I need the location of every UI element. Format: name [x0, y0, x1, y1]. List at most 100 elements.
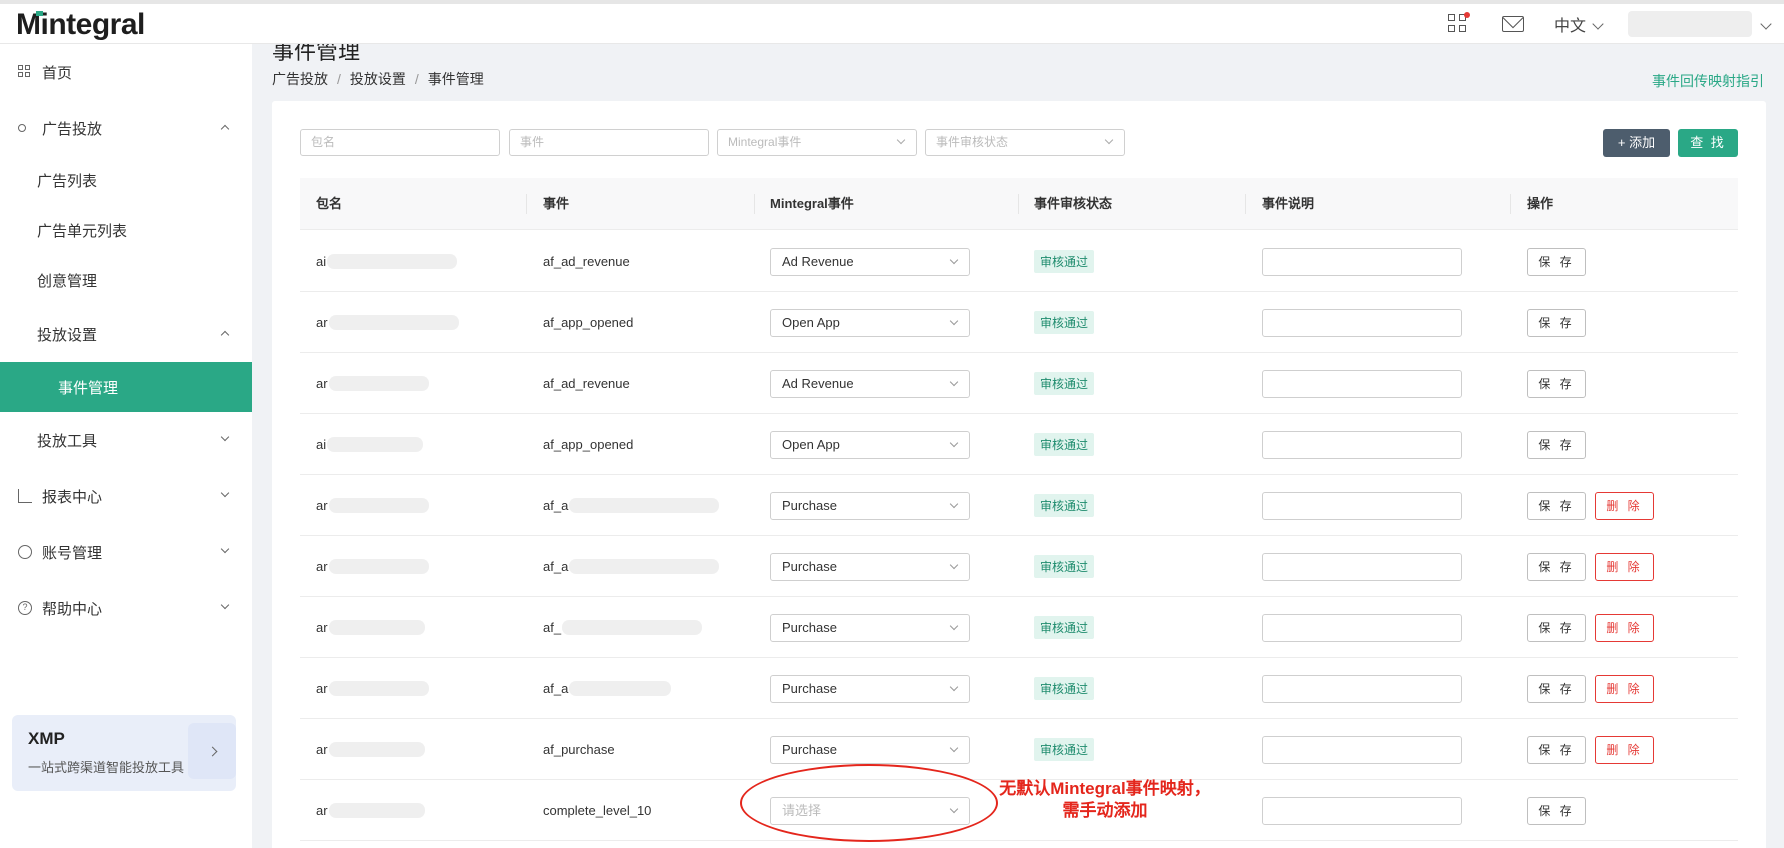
- redacted-package-name: [327, 254, 458, 269]
- package-cell: ar: [316, 780, 425, 841]
- add-event-button[interactable]: + 添加: [1603, 129, 1670, 157]
- redacted-event-name: [569, 559, 720, 574]
- event-cell: af_: [543, 597, 703, 658]
- event-description-input[interactable]: [1262, 430, 1462, 459]
- chevron-down-icon: [949, 621, 959, 630]
- sidebar-item-help-center[interactable]: ? 帮助中心: [0, 586, 252, 630]
- mintegral-event-select[interactable]: Ad Revenue: [770, 369, 970, 398]
- breadcrumb: 广告投放 / 投放设置 / 事件管理: [272, 71, 484, 87]
- sidebar-item-account-management[interactable]: 账号管理: [0, 530, 252, 574]
- save-button[interactable]: 保 存: [1527, 247, 1586, 276]
- logo-accent-dot: [36, 11, 43, 16]
- mintegral-event-select[interactable]: Purchase: [770, 613, 970, 642]
- chevron-down-icon: [896, 135, 906, 145]
- column-package: 包名: [316, 196, 343, 211]
- delete-button[interactable]: 删 除: [1595, 613, 1654, 642]
- mintegral-event-select[interactable]: Ad Revenue: [770, 247, 970, 276]
- event-description-input[interactable]: [1262, 674, 1462, 703]
- sidebar-item-delivery-tools[interactable]: 投放工具: [0, 418, 252, 462]
- table-row: ar af_a Purchase 审核通过 保 存删 除: [300, 536, 1738, 597]
- sidebar-item-creative-management[interactable]: 创意管理: [0, 258, 252, 302]
- redacted-package-name: [328, 498, 429, 513]
- review-status-badge: 审核通过: [1034, 311, 1095, 334]
- mintegral-event-select[interactable]: Purchase: [770, 735, 970, 764]
- sidebar-item-ad-unit-list[interactable]: 广告单元列表: [0, 208, 252, 252]
- sidebar-item-ad-delivery[interactable]: 广告投放: [0, 106, 252, 150]
- event-cell: complete_level_10: [543, 803, 652, 818]
- column-mintegral-event: Mintegral事件: [770, 196, 854, 211]
- sidebar-item-delivery-settings[interactable]: 投放设置: [0, 312, 252, 356]
- apps-grid-icon[interactable]: [1447, 12, 1470, 34]
- mintegral-event-select[interactable]: Purchase: [770, 674, 970, 703]
- annotation-note: 无默认Mintegral事件映射， 需手动添加: [999, 779, 1211, 820]
- breadcrumb-delivery-settings[interactable]: 投放设置: [350, 71, 406, 87]
- mintegral-event-select[interactable]: Purchase: [770, 491, 970, 520]
- event-description-input[interactable]: [1262, 369, 1462, 398]
- review-status-badge: 审核通过: [1034, 677, 1095, 700]
- chevron-down-icon: [949, 682, 959, 691]
- sidebar-item-ad-list[interactable]: 广告列表: [0, 158, 252, 202]
- save-button[interactable]: 保 存: [1527, 491, 1586, 520]
- redacted-package-name: [328, 315, 459, 330]
- chevron-down-icon[interactable]: [1760, 18, 1772, 30]
- redacted-package-name: [328, 681, 429, 696]
- status-filter-select[interactable]: 事件审核状态: [925, 129, 1125, 156]
- event-mapping-guide-link[interactable]: 事件回传映射指引: [1652, 71, 1764, 91]
- language-switch[interactable]: 中文: [1554, 12, 1586, 36]
- chevron-down-icon: [949, 255, 959, 264]
- mintegral-event-select[interactable]: Open App: [770, 430, 970, 459]
- event-description-input[interactable]: [1262, 613, 1462, 642]
- breadcrumb-ad-delivery[interactable]: 广告投放: [272, 71, 328, 87]
- save-button[interactable]: 保 存: [1527, 735, 1586, 764]
- save-button[interactable]: 保 存: [1527, 613, 1586, 642]
- delete-button[interactable]: 删 除: [1595, 491, 1654, 520]
- event-cell: af_app_opened: [543, 437, 634, 452]
- event-description-input[interactable]: [1262, 308, 1462, 337]
- mintegral-event-select[interactable]: Purchase: [770, 552, 970, 581]
- xmp-promo-card[interactable]: XMP 一站式跨渠道智能投放工具: [12, 715, 236, 791]
- package-filter-input[interactable]: 包名: [300, 129, 500, 156]
- delete-button[interactable]: 删 除: [1595, 674, 1654, 703]
- save-button[interactable]: 保 存: [1527, 674, 1586, 703]
- event-description-input[interactable]: [1262, 796, 1462, 825]
- sidebar-item-event-management[interactable]: 事件管理: [0, 362, 252, 412]
- chevron-down-icon: [949, 438, 959, 447]
- mail-icon[interactable]: [1501, 16, 1524, 32]
- save-button[interactable]: 保 存: [1527, 308, 1586, 337]
- mintegral-event-select[interactable]: Open App: [770, 308, 970, 337]
- table-header: 包名 事件 Mintegral事件 事件审核状态 事件说明 操作: [300, 178, 1738, 230]
- save-button[interactable]: 保 存: [1527, 552, 1586, 581]
- xmp-logo: XMP: [28, 729, 65, 748]
- table-row: ar af_a Purchase 审核通过 保 存删 除: [300, 475, 1738, 536]
- save-button[interactable]: 保 存: [1527, 430, 1586, 459]
- save-button[interactable]: 保 存: [1527, 369, 1586, 398]
- table-row: ai af_ad_revenue Ad Revenue 审核通过 保 存: [300, 231, 1738, 292]
- package-cell: ar: [316, 719, 425, 780]
- event-description-input[interactable]: [1262, 491, 1462, 520]
- xmp-open-button[interactable]: [188, 723, 236, 779]
- redacted-package-name: [328, 620, 425, 635]
- user-account-menu[interactable]: [1628, 11, 1752, 37]
- review-status-badge: 审核通过: [1034, 738, 1095, 761]
- mintegral-logo[interactable]: Mintegral: [16, 8, 145, 42]
- event-filter-input[interactable]: 事件: [509, 129, 709, 156]
- chevron-down-icon[interactable]: [1592, 18, 1604, 30]
- event-cell: af_a: [543, 475, 720, 536]
- chevron-down-icon: [949, 499, 959, 508]
- delete-button[interactable]: 删 除: [1595, 735, 1654, 764]
- notification-dot: [1463, 12, 1470, 18]
- sidebar-item-report-center[interactable]: 报表中心: [0, 474, 252, 518]
- sidebar-item-home[interactable]: 首页: [0, 50, 252, 94]
- event-description-input[interactable]: [1262, 552, 1462, 581]
- find-button[interactable]: 查 找: [1678, 129, 1738, 157]
- save-button[interactable]: 保 存: [1527, 796, 1586, 825]
- package-cell: ai: [316, 414, 424, 475]
- delete-button[interactable]: 删 除: [1595, 552, 1654, 581]
- mintegral-event-filter-select[interactable]: Mintegral事件: [717, 129, 917, 156]
- help-icon: ?: [18, 601, 32, 615]
- bar-chart-icon: [18, 489, 32, 503]
- chevron-down-icon: [1104, 135, 1114, 145]
- event-description-input[interactable]: [1262, 735, 1462, 764]
- redacted-package-name: [328, 559, 429, 574]
- event-description-input[interactable]: [1262, 247, 1462, 276]
